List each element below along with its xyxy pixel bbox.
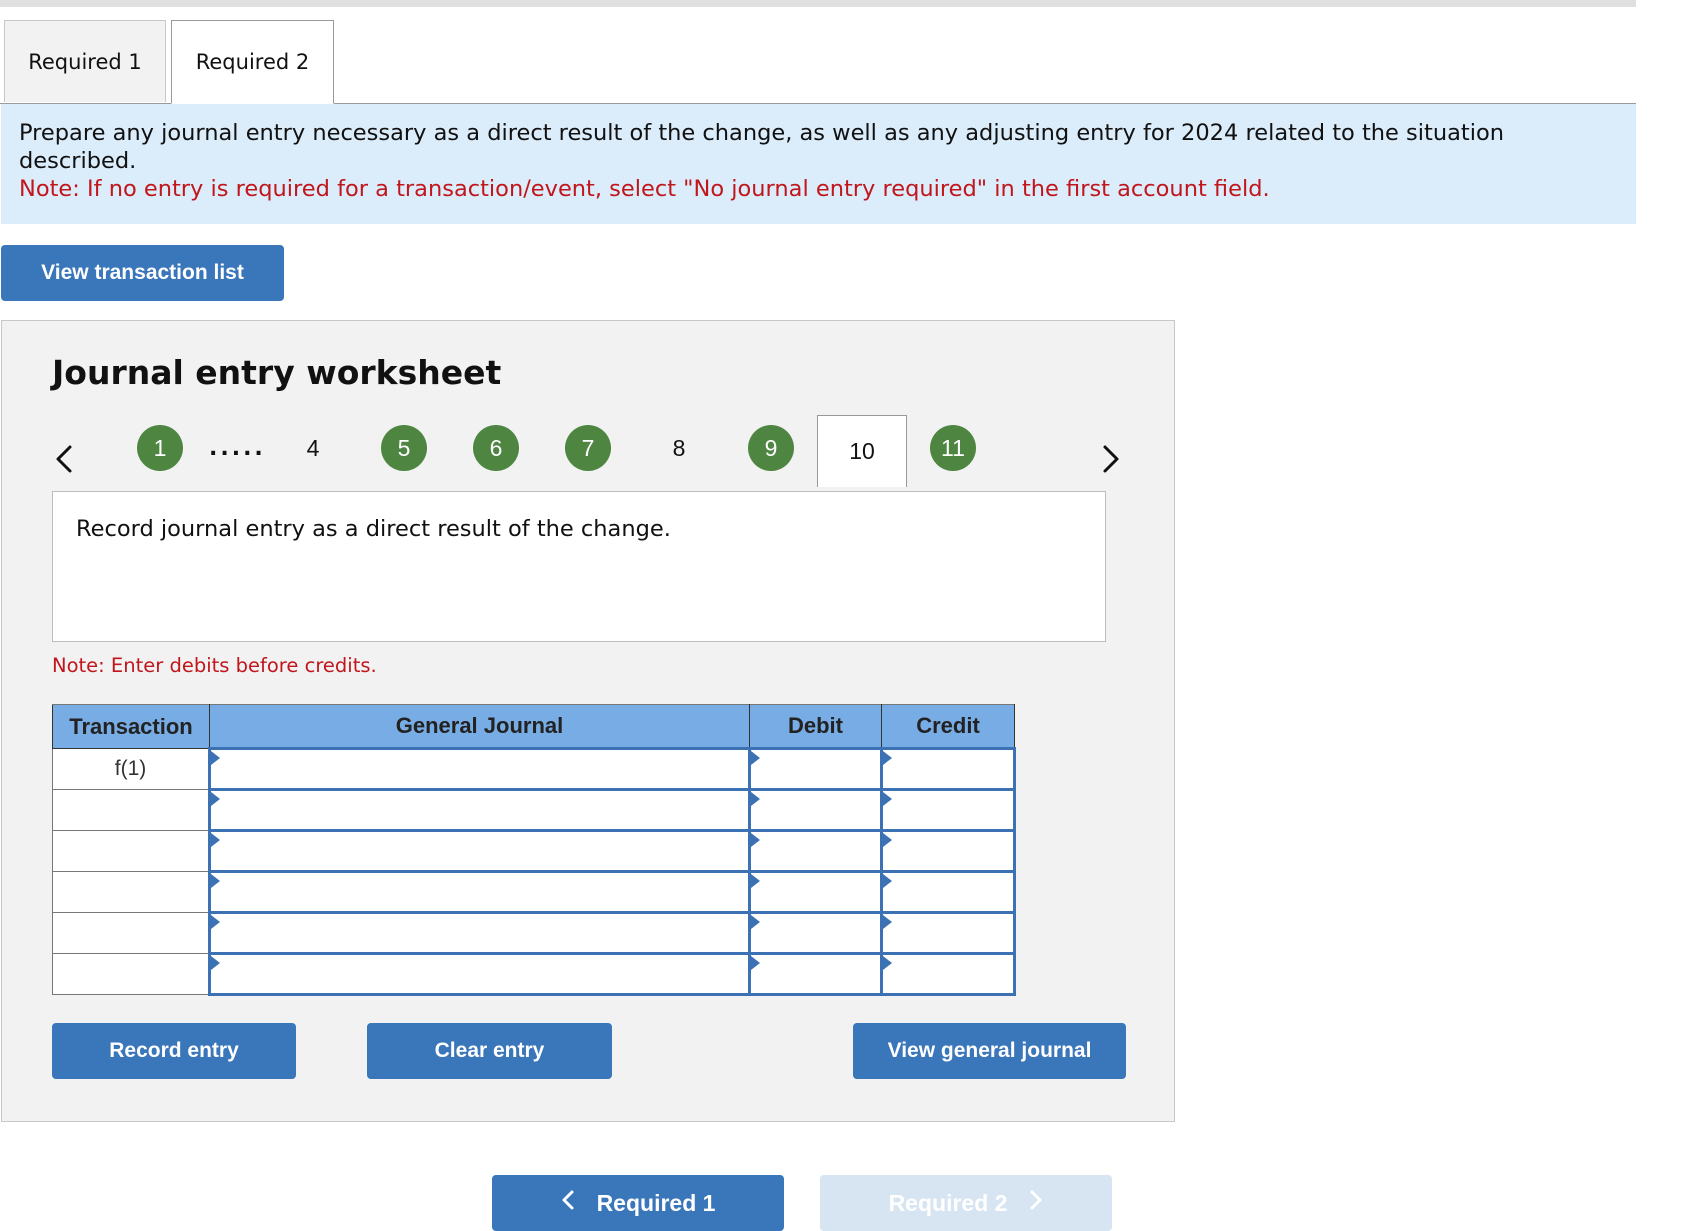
- instructions-text: Prepare any journal entry necessary as a…: [19, 120, 1504, 174]
- credit-input[interactable]: [883, 832, 1013, 870]
- debit-input-cell: [748, 952, 883, 996]
- next-required-label: Required 2: [888, 1189, 1008, 1216]
- credit-input-cell: [880, 747, 1016, 791]
- account-input[interactable]: [211, 873, 748, 911]
- requirement-tabs: Required 1 Required 2: [0, 20, 1636, 104]
- account-input-cell: [208, 952, 751, 996]
- instructions-panel: Prepare any journal entry necessary as a…: [1, 104, 1636, 224]
- account-input[interactable]: [211, 914, 748, 952]
- journal-row: [52, 952, 1016, 996]
- credit-input[interactable]: [883, 955, 1013, 993]
- chevron-right-icon[interactable]: [1095, 441, 1125, 477]
- header-credit: Credit: [881, 704, 1015, 749]
- entry-nav-5[interactable]: 5: [381, 425, 427, 471]
- clear-entry-button[interactable]: Clear entry: [367, 1023, 612, 1079]
- debit-input-cell: [748, 911, 883, 955]
- journal-table-header: Transaction General Journal Debit Credit: [52, 704, 1015, 749]
- entry-nav-9[interactable]: 9: [748, 425, 794, 471]
- entry-instruction-box: Record journal entry as a direct result …: [52, 491, 1106, 642]
- account-input[interactable]: [211, 791, 748, 829]
- transaction-cell: [52, 912, 210, 954]
- debit-input[interactable]: [751, 873, 880, 911]
- instructions-note: Note: If no entry is required for a tran…: [19, 176, 1270, 202]
- debit-input[interactable]: [751, 791, 880, 829]
- chevron-left-icon: [561, 1189, 575, 1217]
- credit-input[interactable]: [883, 791, 1013, 829]
- journal-row: [52, 870, 1016, 914]
- view-transaction-list-button[interactable]: View transaction list: [1, 245, 284, 301]
- entry-navigation: 1 ..... 4 5 6 7 8 9 10 11: [2, 415, 1174, 493]
- transaction-cell: [52, 953, 210, 995]
- entry-nav-6[interactable]: 6: [473, 425, 519, 471]
- account-input-cell: [208, 747, 751, 791]
- prev-required-button[interactable]: Required 1: [492, 1175, 784, 1231]
- record-entry-button[interactable]: Record entry: [52, 1023, 296, 1079]
- chevron-right-icon: [1029, 1189, 1043, 1217]
- credit-input-cell: [880, 911, 1016, 955]
- debit-input-cell: [748, 870, 883, 914]
- debit-input[interactable]: [751, 750, 880, 788]
- account-input-cell: [208, 911, 751, 955]
- entry-nav-ellipsis: .....: [209, 435, 266, 461]
- entry-nav-1[interactable]: 1: [137, 425, 183, 471]
- debit-input[interactable]: [751, 914, 880, 952]
- account-input-cell: [208, 788, 751, 832]
- prev-required-label: Required 1: [596, 1189, 716, 1216]
- journal-table: Transaction General Journal Debit Credit…: [52, 704, 1016, 996]
- account-input-cell: [208, 829, 751, 873]
- next-required-button[interactable]: Required 2: [820, 1175, 1112, 1231]
- tab-required-2[interactable]: Required 2: [171, 20, 334, 104]
- transaction-cell: [52, 789, 210, 831]
- journal-row: [52, 829, 1016, 873]
- header-transaction: Transaction: [52, 704, 210, 749]
- journal-row: [52, 911, 1016, 955]
- tab-required-1[interactable]: Required 1: [4, 20, 166, 102]
- debit-input-cell: [748, 747, 883, 791]
- credit-input-cell: [880, 870, 1016, 914]
- account-input-cell: [208, 870, 751, 914]
- transaction-cell: [52, 830, 210, 872]
- view-general-journal-button[interactable]: View general journal: [853, 1023, 1126, 1079]
- entry-instruction-text: Record journal entry as a direct result …: [76, 516, 671, 542]
- credit-input[interactable]: [883, 750, 1013, 788]
- credit-input-cell: [880, 952, 1016, 996]
- transaction-cell: f(1): [52, 748, 210, 790]
- entry-nav-7[interactable]: 7: [565, 425, 611, 471]
- transaction-cell: [52, 871, 210, 913]
- header-general-journal: General Journal: [209, 704, 750, 749]
- entry-nav-10[interactable]: 10: [817, 415, 907, 487]
- credit-input-cell: [880, 829, 1016, 873]
- account-input[interactable]: [211, 750, 748, 788]
- worksheet-title: Journal entry worksheet: [52, 353, 502, 392]
- journal-row: f(1): [52, 747, 1016, 791]
- top-bar: [0, 0, 1636, 7]
- account-input[interactable]: [211, 955, 748, 993]
- chevron-left-icon[interactable]: [50, 441, 80, 477]
- credit-input[interactable]: [883, 914, 1013, 952]
- account-input[interactable]: [211, 832, 748, 870]
- entry-nav-11[interactable]: 11: [930, 425, 976, 471]
- credit-input[interactable]: [883, 873, 1013, 911]
- entry-nav-4[interactable]: 4: [290, 425, 336, 471]
- journal-entry-worksheet: Journal entry worksheet 1 ..... 4 5 6 7 …: [1, 320, 1175, 1122]
- debit-input[interactable]: [751, 832, 880, 870]
- journal-row: [52, 788, 1016, 832]
- debit-input-cell: [748, 829, 883, 873]
- entry-nav-8[interactable]: 8: [656, 425, 702, 471]
- header-debit: Debit: [749, 704, 882, 749]
- debit-input[interactable]: [751, 955, 880, 993]
- debit-input-cell: [748, 788, 883, 832]
- debits-note: Note: Enter debits before credits.: [52, 654, 377, 677]
- credit-input-cell: [880, 788, 1016, 832]
